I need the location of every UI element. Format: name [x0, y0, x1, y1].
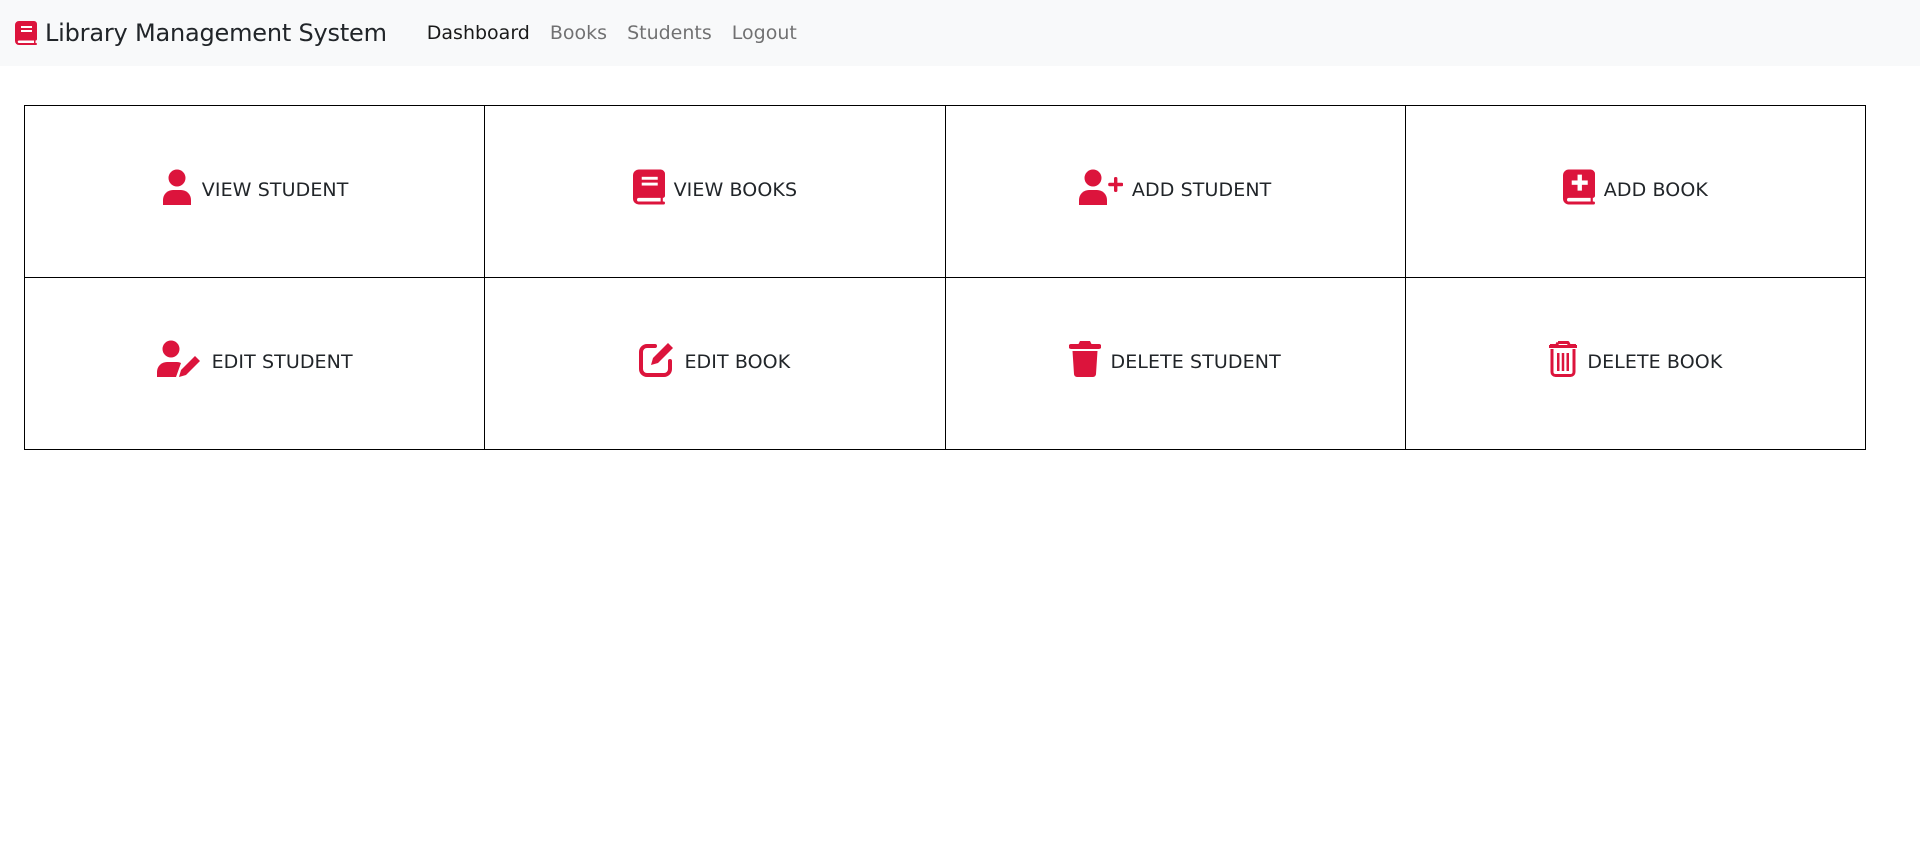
nav-links: Dashboard Books Students Logout [417, 22, 807, 44]
tile-label: EDIT BOOK [684, 350, 791, 373]
book-medical-icon [1562, 169, 1595, 205]
top-navbar: Library Management System Dashboard Book… [0, 0, 1920, 66]
view-student-tile[interactable]: VIEW STUDENT [25, 106, 486, 278]
book-icon [15, 21, 37, 45]
edit-student-tile[interactable]: EDIT STUDENT [25, 278, 486, 450]
nav-item-dashboard[interactable]: Dashboard [417, 22, 540, 44]
user-plus-icon [1078, 169, 1123, 205]
brand-link[interactable]: Library Management System [15, 19, 387, 47]
tile-label: ADD BOOK [1603, 178, 1708, 201]
add-book-tile[interactable]: ADD BOOK [1405, 106, 1866, 278]
user-pen-icon [156, 340, 203, 378]
pen-to-square-icon [639, 341, 675, 377]
tile-label: DELETE BOOK [1587, 350, 1723, 373]
delete-student-tile[interactable]: DELETE STUDENT [945, 278, 1406, 450]
book-icon [632, 169, 665, 205]
brand-title: Library Management System [45, 19, 387, 47]
delete-book-tile[interactable]: DELETE BOOK [1405, 278, 1866, 450]
tile-label: EDIT STUDENT [211, 350, 353, 373]
trash-icon [1069, 340, 1102, 377]
add-student-tile[interactable]: ADD STUDENT [945, 106, 1406, 278]
tile-label: VIEW STUDENT [201, 178, 349, 201]
nav-item-students[interactable]: Students [617, 22, 722, 44]
dashboard-grid: VIEW STUDENT VIEW BOOKS ADD STUDENT ADD … [24, 105, 1866, 450]
view-books-tile[interactable]: VIEW BOOKS [485, 106, 946, 278]
nav-item-books[interactable]: Books [540, 22, 617, 44]
tile-label: DELETE STUDENT [1110, 350, 1281, 373]
nav-item-logout[interactable]: Logout [722, 22, 807, 44]
trash-can-outline-icon [1548, 340, 1578, 377]
tile-label: VIEW BOOKS [673, 178, 798, 201]
user-icon [161, 169, 193, 205]
edit-book-tile[interactable]: EDIT BOOK [485, 278, 946, 450]
tile-label: ADD STUDENT [1131, 178, 1272, 201]
